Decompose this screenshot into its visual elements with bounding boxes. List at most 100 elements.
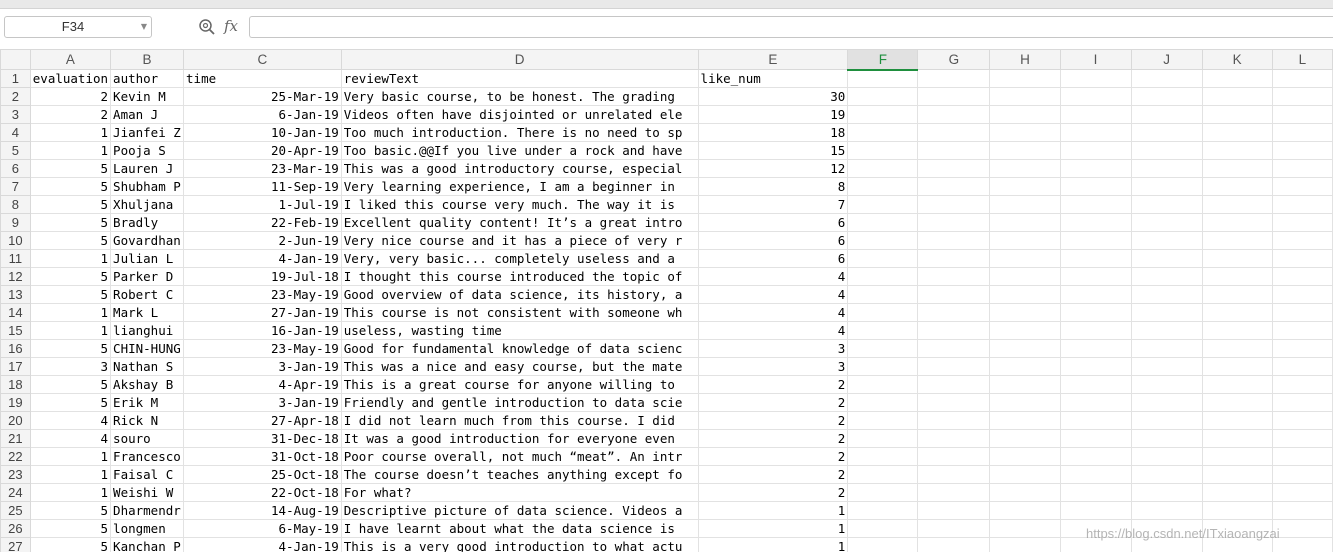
cell-empty[interactable] — [1272, 195, 1333, 214]
cell-empty[interactable] — [1272, 105, 1333, 124]
cell-empty[interactable] — [1202, 285, 1273, 304]
cell-empty[interactable] — [1131, 213, 1203, 232]
cell-author[interactable]: Akshay B — [110, 375, 185, 394]
cell-empty[interactable] — [1131, 231, 1203, 250]
cell-empty[interactable] — [1060, 267, 1132, 286]
cell-empty[interactable] — [1131, 195, 1203, 214]
cell-evaluation[interactable]: 1 — [30, 141, 112, 160]
row-header[interactable]: 23 — [0, 465, 31, 484]
cell-author[interactable]: Bradly — [110, 213, 185, 232]
cell-review-text[interactable]: Very, very basic... completely useless a… — [341, 249, 699, 268]
cell-empty[interactable] — [989, 537, 1061, 552]
cell-like-num[interactable]: 6 — [698, 213, 849, 232]
cell-time[interactable]: 31-Oct-18 — [183, 447, 342, 466]
cell-empty[interactable] — [847, 141, 919, 160]
cell-review-text[interactable]: For what? — [341, 483, 699, 502]
cell-empty[interactable] — [1202, 393, 1273, 412]
cell-review-text[interactable]: This was a nice and easy course, but the… — [341, 357, 699, 376]
cell-empty[interactable] — [1272, 303, 1333, 322]
zoom-magnifier-icon[interactable] — [198, 18, 216, 36]
cell-empty[interactable] — [1060, 159, 1132, 178]
cell-author[interactable]: souro — [110, 429, 185, 448]
row-header[interactable]: 10 — [0, 231, 31, 250]
cell-empty[interactable] — [917, 69, 991, 88]
cell-time[interactable]: 22-Oct-18 — [183, 483, 342, 502]
row-header[interactable]: 3 — [0, 105, 31, 124]
cell-evaluation[interactable]: 2 — [30, 105, 112, 124]
cell-evaluation[interactable]: 2 — [30, 87, 112, 106]
row-header[interactable]: 26 — [0, 519, 31, 538]
cell-review-text[interactable]: This was a good introductory course, esp… — [341, 159, 699, 178]
cell-review-text[interactable]: Too basic.@@If you live under a rock and… — [341, 141, 699, 160]
cell-empty[interactable] — [847, 447, 919, 466]
cell-empty[interactable] — [1272, 429, 1333, 448]
cell-time[interactable]: 23-May-19 — [183, 285, 342, 304]
cell-empty[interactable] — [917, 447, 991, 466]
cell-empty[interactable] — [917, 195, 991, 214]
cell-empty[interactable] — [847, 213, 919, 232]
cell-empty[interactable] — [1272, 357, 1333, 376]
cell-empty[interactable] — [989, 285, 1061, 304]
spreadsheet-grid[interactable]: A B C D E F G H I J K L 1 evaluation aut… — [0, 49, 1333, 552]
cell-empty[interactable] — [1272, 87, 1333, 106]
cell-empty[interactable] — [847, 231, 919, 250]
cell-empty[interactable] — [989, 411, 1061, 430]
column-header-b[interactable]: B — [110, 49, 185, 70]
cell-evaluation[interactable]: 5 — [30, 267, 112, 286]
cell-empty[interactable] — [1272, 249, 1333, 268]
column-header-i[interactable]: I — [1059, 49, 1132, 70]
cell-empty[interactable] — [989, 177, 1061, 196]
cell-empty[interactable] — [1131, 159, 1203, 178]
cell-empty[interactable] — [917, 177, 991, 196]
cell-empty[interactable] — [917, 87, 991, 106]
cell-empty[interactable] — [1060, 249, 1132, 268]
column-header-j[interactable]: J — [1130, 49, 1203, 70]
cell-empty[interactable] — [1272, 393, 1333, 412]
name-box[interactable]: F34 ▼ — [4, 16, 152, 38]
cell-empty[interactable] — [1202, 465, 1273, 484]
column-header-h[interactable]: H — [989, 49, 1061, 70]
cell-evaluation[interactable]: 5 — [30, 285, 112, 304]
cell-evaluation[interactable]: 1 — [30, 447, 112, 466]
cell-author[interactable]: Kanchan P — [110, 537, 185, 552]
cell-empty[interactable] — [989, 213, 1061, 232]
cell-empty[interactable] — [1272, 321, 1333, 340]
cell-empty[interactable] — [1202, 303, 1273, 322]
cell-like-num[interactable]: 2 — [698, 447, 849, 466]
cell-like-num[interactable]: 18 — [698, 123, 849, 142]
cell-empty[interactable] — [1060, 177, 1132, 196]
cell-empty[interactable] — [1060, 213, 1132, 232]
cell-empty[interactable] — [917, 411, 991, 430]
cell-like-num[interactable]: 2 — [698, 375, 849, 394]
cell-empty[interactable] — [917, 105, 991, 124]
row-header[interactable]: 22 — [0, 447, 31, 466]
cell-empty[interactable] — [917, 249, 991, 268]
cell-empty[interactable] — [989, 87, 1061, 106]
cell-like-num[interactable]: 2 — [698, 429, 849, 448]
row-header[interactable]: 15 — [0, 321, 31, 340]
row-header[interactable]: 13 — [0, 285, 31, 304]
cell-like-num[interactable]: 2 — [698, 483, 849, 502]
column-header-e[interactable]: E — [697, 49, 849, 70]
cell-review-text[interactable]: Very nice course and it has a piece of v… — [341, 231, 699, 250]
cell-empty[interactable] — [1060, 339, 1132, 358]
cell-header-like-num[interactable]: like_num — [698, 69, 849, 88]
cell-like-num[interactable]: 30 — [698, 87, 849, 106]
cell-time[interactable]: 19-Jul-18 — [183, 267, 342, 286]
cell-empty[interactable] — [847, 375, 919, 394]
cell-evaluation[interactable]: 5 — [30, 393, 112, 412]
cell-evaluation[interactable]: 1 — [30, 123, 112, 142]
cell-empty[interactable] — [1202, 483, 1273, 502]
cell-evaluation[interactable]: 5 — [30, 231, 112, 250]
cell-like-num[interactable]: 19 — [698, 105, 849, 124]
row-header[interactable]: 17 — [0, 357, 31, 376]
cell-time[interactable]: 23-May-19 — [183, 339, 342, 358]
cell-evaluation[interactable]: 1 — [30, 465, 112, 484]
cell-empty[interactable] — [1131, 501, 1203, 520]
cell-review-text[interactable]: Very basic course, to be honest. The gra… — [341, 87, 699, 106]
cell-empty[interactable] — [989, 141, 1061, 160]
cell-empty[interactable] — [1202, 321, 1273, 340]
cell-review-text[interactable]: Videos often have disjointed or unrelate… — [341, 105, 699, 124]
cell-empty[interactable] — [989, 195, 1061, 214]
cell-empty[interactable] — [1131, 105, 1203, 124]
